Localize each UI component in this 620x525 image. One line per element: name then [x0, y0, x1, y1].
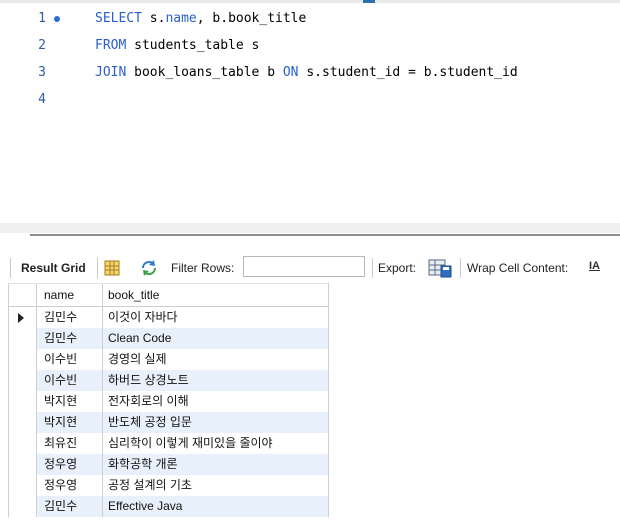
row-header[interactable] [9, 475, 37, 496]
toolbar-separator [372, 258, 373, 278]
sql-keyword: FROM [95, 38, 127, 53]
grid-header: name book_title [9, 283, 328, 307]
table-row[interactable]: 박지현 전자회로의 이해 [9, 391, 328, 412]
result-grid-tab[interactable]: Result Grid [21, 261, 86, 275]
code-line[interactable]: 1 SELECT s.name, b.book_title [0, 8, 620, 30]
tab-indicator [363, 0, 375, 3]
row-header[interactable] [9, 433, 37, 454]
wrap-cell-content-label: Wrap Cell Content: [467, 261, 569, 275]
code-line[interactable]: 2 FROM students_table s [0, 35, 620, 57]
cell-name[interactable]: 정우영 [37, 454, 103, 475]
cell-name[interactable]: 최유진 [37, 433, 103, 454]
table-row[interactable]: 김민수 Clean Code [9, 328, 328, 349]
line-number: 4 [38, 92, 46, 107]
code-line[interactable]: 3 JOIN book_loans_table b ON s.student_id… [0, 62, 620, 84]
export-label: Export: [378, 261, 417, 275]
column-header-book-title[interactable]: book_title [104, 284, 328, 306]
code-text: JOIN book_loans_table b ON s.student_id … [95, 62, 518, 84]
row-header[interactable] [9, 412, 37, 433]
cell-book-title[interactable]: 화학공학 개론 [104, 454, 328, 475]
cell-book-title[interactable]: 경영의 실제 [104, 349, 328, 370]
row-header[interactable] [9, 349, 37, 370]
current-row-arrow-icon [18, 313, 24, 323]
code-line[interactable]: 4 [0, 89, 620, 111]
cell-book-title[interactable]: Effective Java [104, 496, 328, 517]
grid-layout-icon[interactable] [104, 260, 120, 279]
table-row[interactable]: 박지현 반도체 공정 입문 [9, 412, 328, 433]
result-grid[interactable]: name book_title 김민수 이것이 자바다 김민수 Clean Code 이… [8, 283, 329, 517]
sql-text: s.student_id = b.student_id [298, 65, 518, 80]
toolbar-separator [97, 258, 98, 278]
toolbar-separator [460, 258, 461, 278]
sql-text: students_table s [126, 38, 260, 53]
line-number: 1 [38, 11, 46, 26]
row-header[interactable] [9, 391, 37, 412]
row-header[interactable] [9, 307, 37, 328]
row-header[interactable] [9, 328, 37, 349]
row-header[interactable] [9, 370, 37, 391]
sql-keyword: JOIN [95, 65, 127, 80]
table-row[interactable]: 이수빈 경영의 실제 [9, 349, 328, 370]
line-number: 2 [38, 38, 46, 53]
sql-keyword: SELECT [95, 11, 142, 26]
header-corner[interactable] [9, 284, 37, 306]
sql-text: , b.book_title [196, 11, 307, 26]
cell-name[interactable]: 김민수 [37, 328, 103, 349]
result-toolbar: Result Grid Filter Rows: Export: Wrap Ce… [0, 255, 620, 281]
cell-book-title[interactable]: 전자회로의 이해 [104, 391, 328, 412]
refresh-icon[interactable] [140, 259, 158, 280]
editor-top-strip [0, 0, 620, 3]
wrap-cell-content-icon[interactable]: IA [589, 260, 600, 272]
table-row[interactable]: 정우영 공정 설계의 기초 [9, 475, 328, 496]
code-text: SELECT s.name, b.book_title [95, 8, 306, 30]
sql-text: book_loans_table b [126, 65, 283, 80]
cell-book-title[interactable]: 공정 설계의 기초 [104, 475, 328, 496]
column-header-name[interactable]: name [37, 284, 103, 306]
table-row[interactable]: 이수빈 하버드 상경노트 [9, 370, 328, 391]
table-row[interactable]: 김민수 이것이 자바다 [9, 307, 328, 328]
statement-marker-icon[interactable] [54, 16, 60, 22]
filter-rows-label: Filter Rows: [171, 261, 235, 275]
cell-book-title[interactable]: 이것이 자바다 [104, 307, 328, 328]
filter-rows-input[interactable] [243, 256, 365, 277]
sql-keyword: ON [282, 65, 299, 80]
cell-name[interactable]: 김민수 [37, 496, 103, 517]
cell-book-title[interactable]: 하버드 상경노트 [104, 370, 328, 391]
cell-name[interactable]: 박지현 [37, 391, 103, 412]
cell-name[interactable]: 김민수 [37, 307, 103, 328]
cell-name[interactable]: 박지현 [37, 412, 103, 433]
cell-book-title[interactable]: Clean Code [104, 328, 328, 349]
cell-name[interactable]: 정우영 [37, 475, 103, 496]
sql-keyword: name [165, 11, 197, 26]
cell-book-title[interactable]: 반도체 공정 입문 [104, 412, 328, 433]
cell-book-title[interactable]: 심리학이 이렇게 재미있을 줄이야 [104, 433, 328, 454]
editor-bottom-bar [0, 223, 620, 233]
toolbar-separator [10, 258, 11, 278]
sql-editor[interactable]: 1 SELECT s.name, b.book_title 2 FROM studen… [0, 0, 620, 223]
row-header[interactable] [9, 496, 37, 517]
cell-name[interactable]: 이수빈 [37, 349, 103, 370]
table-row[interactable]: 정우영 화학공학 개론 [9, 454, 328, 475]
line-number: 3 [38, 65, 46, 80]
table-row[interactable]: 김민수 Effective Java [9, 496, 328, 517]
sql-text: s. [141, 11, 166, 26]
panel-splitter[interactable] [30, 234, 620, 236]
row-header[interactable] [9, 454, 37, 475]
export-icon[interactable] [428, 258, 452, 281]
code-text: FROM students_table s [95, 35, 259, 57]
table-row[interactable]: 최유진 심리학이 이렇게 재미있을 줄이야 [9, 433, 328, 454]
cell-name[interactable]: 이수빈 [37, 370, 103, 391]
